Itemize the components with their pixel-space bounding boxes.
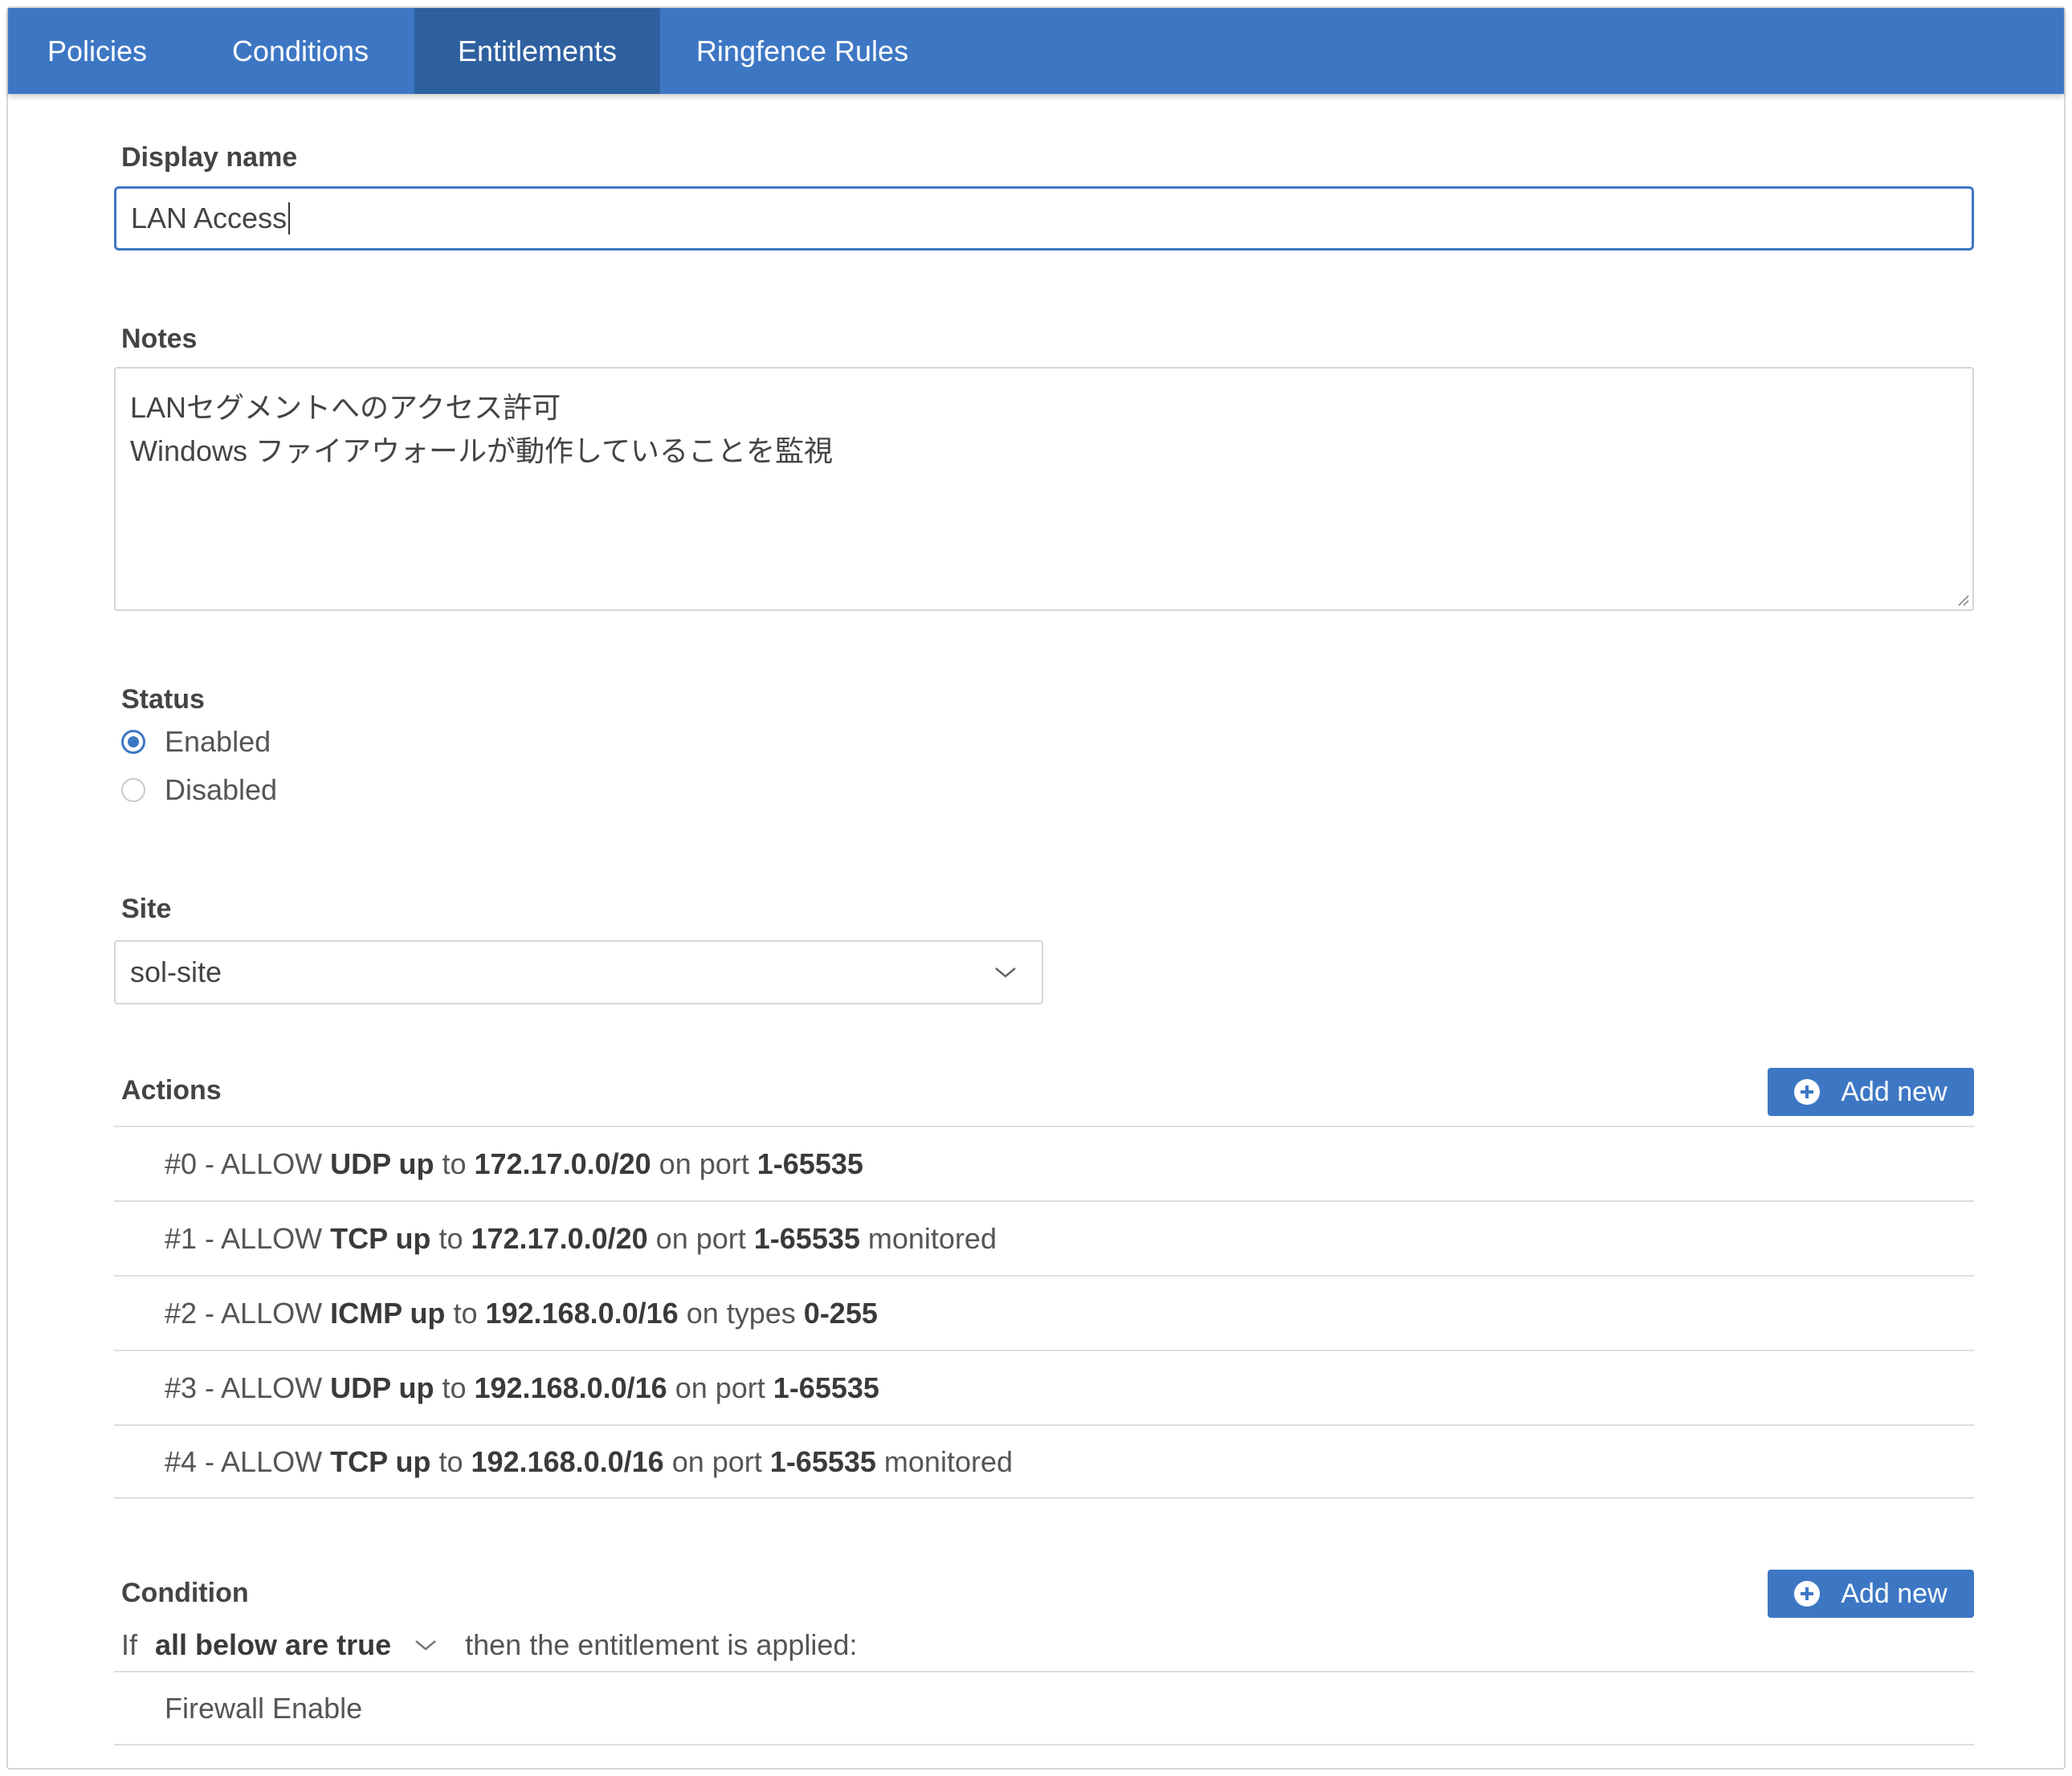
condition-label: Condition bbox=[121, 1578, 249, 1608]
action-prefix: #3 - ALLOW bbox=[165, 1371, 331, 1404]
action-protocol: UDP up bbox=[330, 1147, 434, 1180]
tab-policies[interactable]: Policies bbox=[8, 8, 186, 94]
action-range: 1-65535 bbox=[753, 1221, 860, 1255]
action-target: 192.168.0.0/16 bbox=[485, 1296, 679, 1330]
action-suffix: monitored bbox=[859, 1221, 997, 1255]
condition-mode-select[interactable]: all below are true bbox=[155, 1628, 438, 1662]
action-range: 1-65535 bbox=[757, 1147, 863, 1180]
action-target: 192.168.0.0/16 bbox=[474, 1371, 667, 1404]
action-prefix: #2 - ALLOW bbox=[165, 1296, 331, 1330]
text-caret bbox=[288, 202, 291, 234]
action-to: to bbox=[434, 1147, 475, 1180]
add-action-label: Add new bbox=[1841, 1076, 1948, 1107]
action-on: on port bbox=[651, 1147, 757, 1180]
tab-conditions[interactable]: Conditions bbox=[186, 8, 414, 94]
condition-list: Firewall Enable bbox=[114, 1671, 1974, 1745]
action-on: on types bbox=[678, 1296, 804, 1330]
chevron-down-icon bbox=[995, 967, 1016, 978]
condition-mode-line: If all below are true then the entitleme… bbox=[107, 1625, 1974, 1665]
action-on: on port bbox=[667, 1371, 773, 1404]
action-on: on port bbox=[647, 1221, 754, 1255]
plus-circle-icon bbox=[1794, 1079, 1821, 1105]
condition-mode-value: all below are true bbox=[155, 1628, 392, 1661]
entitlement-editor: Policies Conditions Entitlements Ringfen… bbox=[6, 6, 2066, 1770]
notes-textarea[interactable]: LANセグメントへのアクセス許可 Windows ファイアウォールが動作している… bbox=[114, 367, 1974, 611]
resize-handle-icon[interactable] bbox=[1955, 592, 1969, 606]
status-disabled-label: Disabled bbox=[165, 773, 278, 806]
notes-line: LANセグメントへのアクセス許可 bbox=[130, 391, 561, 424]
display-name-value: LAN Access bbox=[131, 202, 288, 234]
action-protocol: TCP up bbox=[330, 1444, 431, 1478]
status-disabled-option[interactable]: Disabled bbox=[121, 770, 277, 810]
display-name-label: Display name bbox=[121, 142, 298, 173]
actions-label: Actions bbox=[121, 1075, 222, 1106]
notes-label: Notes bbox=[121, 324, 198, 354]
action-on: on port bbox=[663, 1444, 770, 1478]
add-condition-label: Add new bbox=[1841, 1578, 1948, 1609]
notes-line: Windows ファイアウォールが動作していることを監視 bbox=[130, 434, 833, 467]
action-row[interactable]: #1 - ALLOW TCP up to 172.17.0.0/20 on po… bbox=[114, 1200, 1974, 1275]
action-suffix: monitored bbox=[875, 1444, 1014, 1478]
action-row[interactable]: #0 - ALLOW UDP up to 172.17.0.0/20 on po… bbox=[114, 1126, 1974, 1200]
site-select[interactable]: sol-site bbox=[114, 940, 1043, 1004]
action-prefix: #4 - ALLOW bbox=[165, 1444, 331, 1478]
site-value: sol-site bbox=[130, 955, 222, 988]
status-enabled-label: Enabled bbox=[165, 725, 271, 758]
condition-item-label: Firewall Enable bbox=[165, 1691, 363, 1725]
action-prefix: #0 - ALLOW bbox=[165, 1147, 331, 1180]
action-target: 172.17.0.0/20 bbox=[471, 1221, 648, 1255]
condition-then-text: then the entitlement is applied: bbox=[465, 1628, 858, 1661]
actions-list: #0 - ALLOW UDP up to 172.17.0.0/20 on po… bbox=[114, 1126, 1974, 1499]
tab-entitlements[interactable]: Entitlements bbox=[414, 8, 660, 94]
condition-if-text: If bbox=[121, 1628, 138, 1661]
action-range: 0-255 bbox=[803, 1296, 878, 1330]
action-range: 1-65535 bbox=[773, 1371, 879, 1404]
status-label: Status bbox=[121, 684, 205, 715]
add-action-button[interactable]: Add new bbox=[1768, 1068, 1974, 1116]
action-range: 1-65535 bbox=[769, 1444, 876, 1478]
action-to: to bbox=[430, 1221, 471, 1255]
action-target: 192.168.0.0/16 bbox=[471, 1444, 664, 1478]
display-name-input[interactable]: LAN Access bbox=[114, 186, 1974, 251]
action-target: 172.17.0.0/20 bbox=[474, 1147, 651, 1180]
action-row[interactable]: #4 - ALLOW TCP up to 192.168.0.0/16 on p… bbox=[114, 1424, 1974, 1499]
radio-checked-icon[interactable] bbox=[121, 730, 145, 754]
action-to: to bbox=[430, 1444, 471, 1478]
action-to: to bbox=[445, 1296, 486, 1330]
chevron-down-icon bbox=[415, 1640, 436, 1651]
status-enabled-option[interactable]: Enabled bbox=[121, 722, 271, 762]
condition-row[interactable]: Firewall Enable bbox=[114, 1671, 1974, 1745]
action-protocol: TCP up bbox=[330, 1221, 431, 1255]
site-label: Site bbox=[121, 894, 172, 924]
action-protocol: ICMP up bbox=[330, 1296, 446, 1330]
tab-ringfence-rules[interactable]: Ringfence Rules bbox=[660, 8, 944, 94]
condition-mode-text: If all below are true then the entitleme… bbox=[121, 1625, 857, 1665]
add-condition-button[interactable]: Add new bbox=[1768, 1570, 1974, 1618]
action-prefix: #1 - ALLOW bbox=[165, 1221, 331, 1255]
action-protocol: UDP up bbox=[330, 1371, 434, 1404]
action-to: to bbox=[434, 1371, 475, 1404]
tab-bar: Policies Conditions Entitlements Ringfen… bbox=[8, 8, 2064, 94]
action-row[interactable]: #2 - ALLOW ICMP up to 192.168.0.0/16 on … bbox=[114, 1275, 1974, 1350]
radio-unchecked-icon[interactable] bbox=[121, 778, 145, 802]
plus-circle-icon bbox=[1794, 1581, 1821, 1607]
action-row[interactable]: #3 - ALLOW UDP up to 192.168.0.0/16 on p… bbox=[114, 1350, 1974, 1424]
